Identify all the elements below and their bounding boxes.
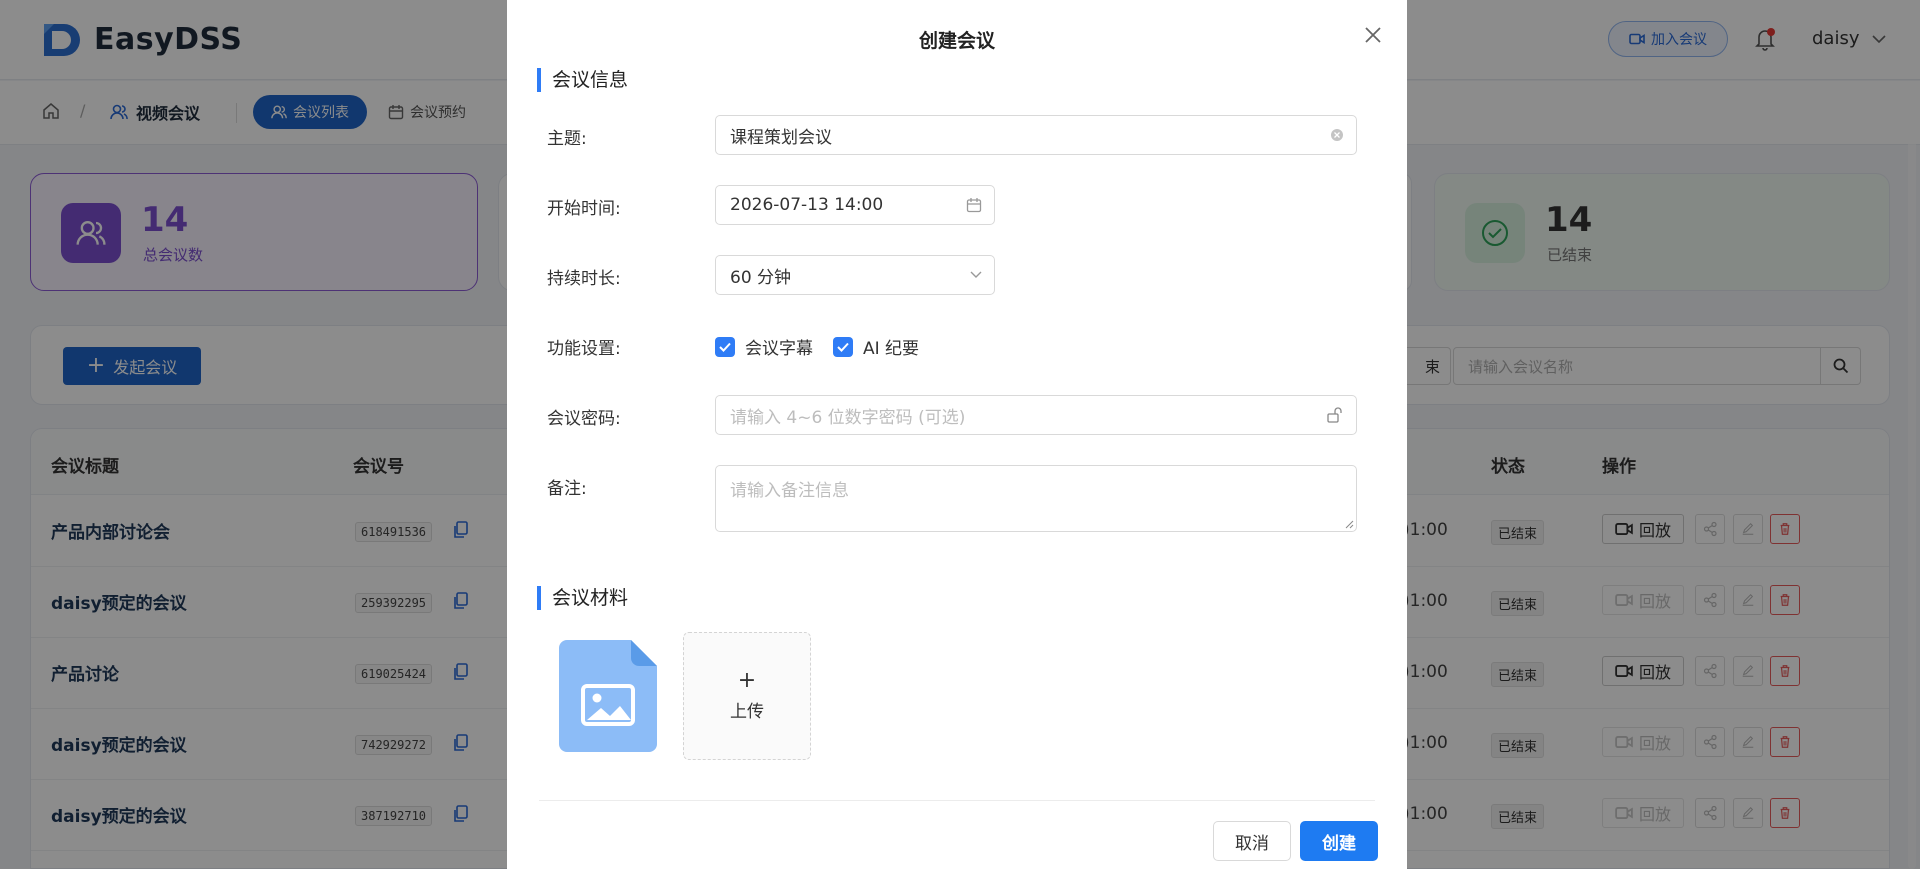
notes-label: 备注: [547,479,587,499]
subtitles-label: 会议字幕 [745,339,813,359]
chevron-down-icon [970,271,982,279]
password-placeholder: 请输入 4~6 位数字密码 (可选) [730,407,966,428]
password-input[interactable]: 请输入 4~6 位数字密码 (可选) [715,395,1357,435]
modal-title: 创建会议 [918,30,995,52]
upload-button[interactable]: + 上传 [683,632,811,760]
duration-label: 持续时长: [547,269,621,289]
subject-label: 主题: [547,129,587,149]
duration-value: 60 分钟 [730,267,792,288]
start-time-picker[interactable]: 2026-07-13 14:00 [715,185,995,225]
features-label: 功能设置: [547,339,621,359]
calendar-icon [966,197,982,213]
password-label: 会议密码: [547,409,621,429]
page-scrollbar[interactable] [1908,100,1916,869]
start-time-value: 2026-07-13 14:00 [730,195,884,215]
subject-input[interactable]: 课程策划会议 [715,115,1357,155]
notes-placeholder: 请输入备注信息 [730,481,849,501]
check-icon [719,342,731,352]
ai-summary-label: AI 纪要 [863,339,920,359]
create-button[interactable]: 创建 [1300,821,1378,861]
plus-icon: + [737,667,757,693]
modal-footer-divider [539,800,1375,801]
notes-textarea[interactable]: 请输入备注信息 [715,465,1357,532]
create-meeting-modal: 创建会议 会议信息 主题: 课程策划会议 开始时间: 2026-07-13 14… [507,0,1407,869]
duration-select[interactable]: 60 分钟 [715,255,995,295]
subject-value: 课程策划会议 [730,127,832,148]
subtitles-checkbox[interactable] [715,336,735,357]
start-time-label: 开始时间: [547,199,621,219]
features-row: 会议字幕 AI 纪要 [715,334,919,359]
check-icon [837,342,849,352]
cancel-button[interactable]: 取消 [1213,821,1291,861]
resize-handle-icon[interactable] [1344,519,1354,529]
section-meeting-materials: 会议材料 [537,586,628,610]
clear-icon[interactable] [1330,128,1344,142]
ai-summary-checkbox[interactable] [833,336,853,357]
image-file-icon[interactable] [559,640,657,752]
close-icon[interactable] [1362,24,1384,46]
section-meeting-info: 会议信息 [537,68,628,92]
upload-label: 上传 [730,701,764,722]
unlock-icon[interactable] [1326,406,1344,424]
